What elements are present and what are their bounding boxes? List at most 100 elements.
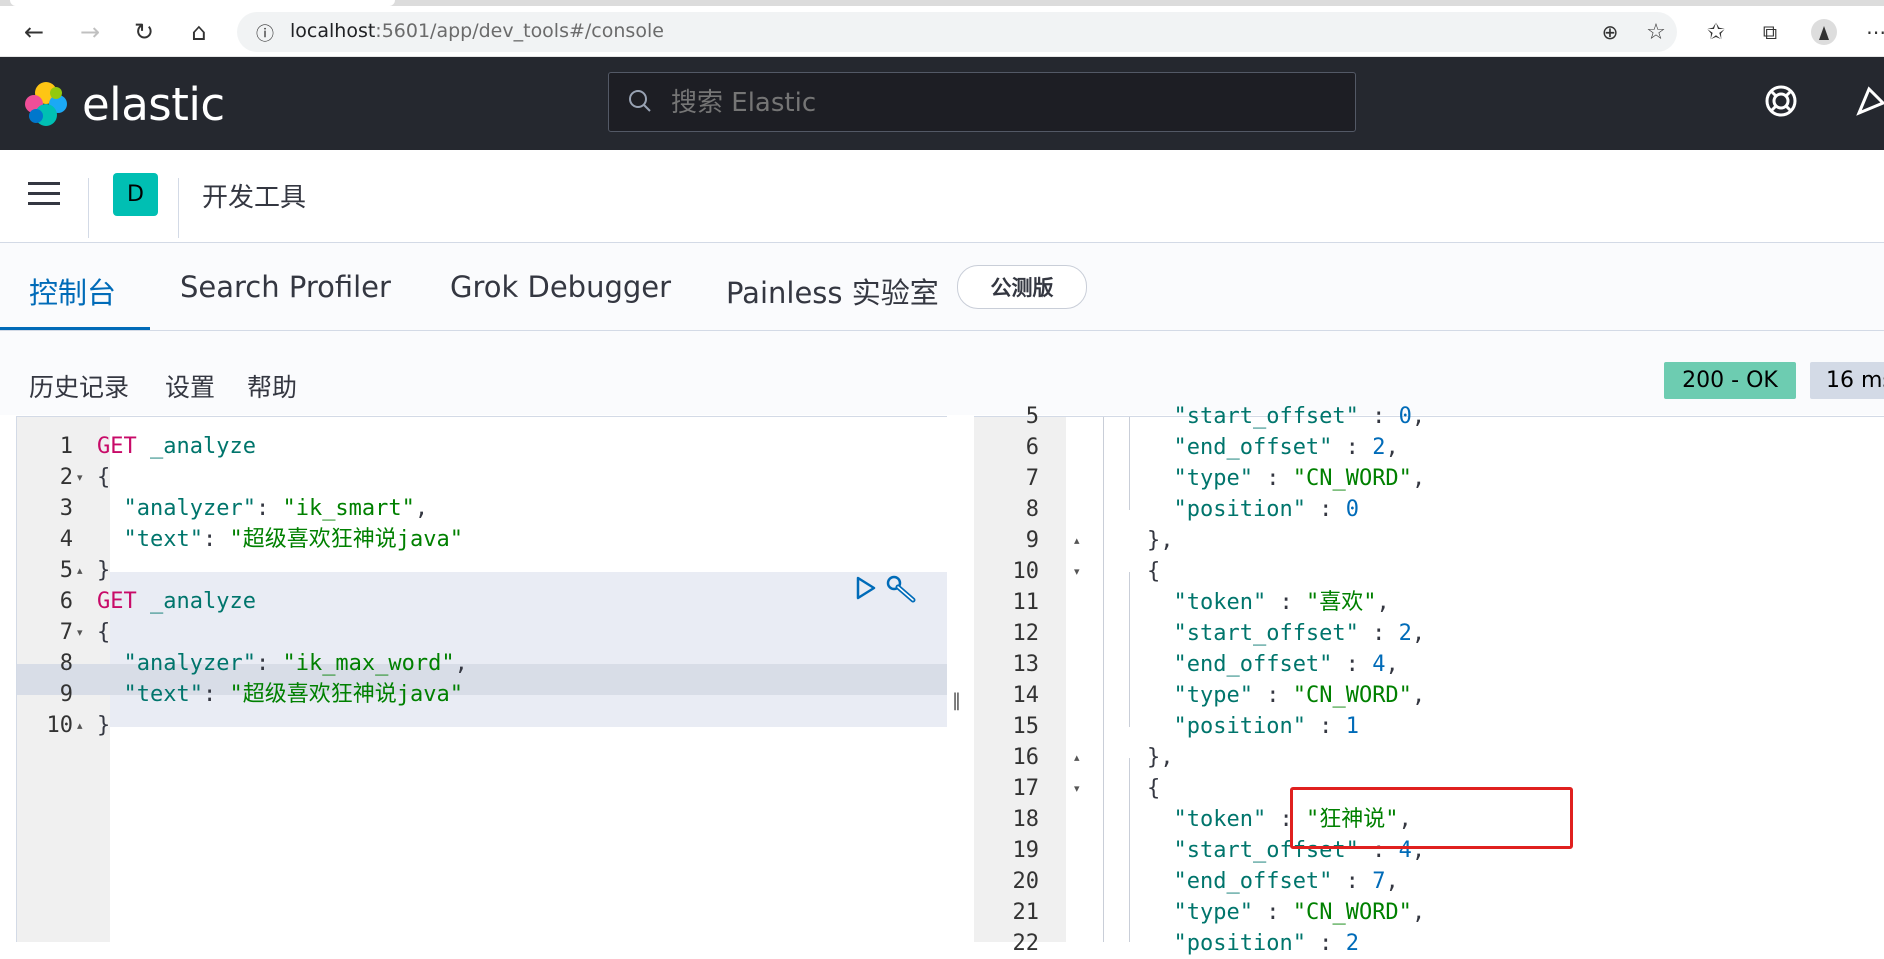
request-editor[interactable]: 1 GET _analyze 2 ▾{3 "analyzer": "ik_smart"… (16, 416, 947, 942)
url-path: :5601/app/dev_tools#/console (375, 20, 664, 42)
code-token: : (1305, 714, 1346, 739)
code-line: "start_offset" : 0, (1094, 401, 1425, 432)
code-token: _analyze (136, 434, 256, 459)
code-token: "type" (1173, 466, 1253, 491)
site-info-icon[interactable]: ⓘ (249, 17, 281, 49)
more-icon[interactable]: ⋯ (1860, 16, 1884, 48)
code-token: : (1332, 869, 1373, 894)
line-number: 15 (1012, 714, 1040, 739)
fold-collapse-icon[interactable]: ▾ (77, 617, 83, 648)
search-input[interactable] (669, 83, 1333, 123)
code-line[interactable]: GET _analyze (97, 586, 256, 617)
code-line[interactable]: "text": "超级喜欢狂神说java" (97, 679, 463, 710)
code-line[interactable]: } (97, 710, 110, 741)
fold-expand-icon[interactable]: ▴ (1074, 742, 1080, 773)
tab-search-profiler[interactable]: Search Profiler (180, 270, 391, 304)
code-token: : (1252, 466, 1293, 491)
code-line[interactable]: "text": "超级喜欢狂神说java" (97, 524, 463, 555)
url-host: localhost (290, 20, 376, 42)
code-token: "type" (1173, 900, 1253, 925)
line-number: 17 (1012, 776, 1040, 801)
highlight-annotation-box (1290, 787, 1573, 849)
back-icon[interactable]: ← (18, 16, 50, 48)
code-token: "CN_WORD" (1292, 683, 1412, 708)
line-number: 7 (1025, 466, 1039, 491)
code-line: "type" : "CN_WORD", (1094, 463, 1425, 494)
tab-grok-debugger[interactable]: Grok Debugger (450, 270, 671, 304)
elastic-logo-icon[interactable] (22, 80, 70, 132)
fold-expand-icon[interactable]: ▴ (77, 710, 83, 741)
favorites-icon[interactable]: ✩ (1700, 16, 1732, 48)
browser-tab[interactable] (10, 0, 395, 6)
zoom-icon[interactable]: ⊕ (1594, 16, 1626, 48)
menu-icon[interactable] (28, 180, 62, 212)
run-request-icon[interactable] (853, 575, 877, 605)
collections-icon[interactable]: ⧉ (1754, 16, 1786, 48)
code-token: "end_offset" (1173, 869, 1333, 894)
space-avatar[interactable]: D (113, 173, 158, 216)
line-number: 1 (59, 434, 73, 459)
fold-expand-icon[interactable]: ▴ (1074, 525, 1080, 556)
code-token: : (255, 651, 283, 676)
add-favorite-icon[interactable]: ☆ (1640, 16, 1672, 48)
code-token: { (97, 465, 111, 490)
history-link[interactable]: 历史记录 (29, 368, 129, 404)
line-number: 18 (1012, 807, 1040, 832)
fold-collapse-icon[interactable]: ▾ (1074, 773, 1080, 804)
code-line[interactable]: { (97, 462, 110, 493)
help-link[interactable]: 帮助 (247, 368, 297, 404)
code-token: "end_offset" (1173, 435, 1333, 460)
code-line[interactable]: } (97, 555, 110, 586)
news-feed-icon[interactable] (1855, 83, 1884, 123)
profile-avatar[interactable] (1808, 16, 1840, 48)
code-token: : (202, 527, 230, 552)
elastic-logo-text[interactable]: elastic (82, 78, 225, 131)
line-number: 8 (59, 651, 73, 676)
code-token: , (1411, 466, 1426, 491)
line-number: 10 (1012, 559, 1040, 584)
code-token: : (1266, 590, 1306, 615)
code-token: 7 (1372, 869, 1386, 894)
reload-icon[interactable]: ↻ (128, 16, 160, 48)
code-token: "text" (123, 527, 203, 552)
forward-icon[interactable]: → (74, 16, 106, 48)
line-number: 19 (1012, 838, 1040, 863)
divider (178, 178, 179, 238)
help-icon[interactable] (1763, 83, 1799, 123)
code-token: { (1094, 559, 1161, 584)
code-token: : (1332, 435, 1373, 460)
address-url[interactable]: localhost:5601/app/dev_tools#/console (290, 20, 664, 42)
line-number: 5 (1025, 404, 1039, 429)
code-line[interactable]: { (97, 617, 110, 648)
fold-collapse-icon[interactable]: ▾ (1074, 556, 1080, 587)
code-token: "position" (1173, 714, 1306, 739)
fold-collapse-icon[interactable]: ▾ (77, 462, 83, 493)
home-icon[interactable]: ⌂ (183, 16, 215, 48)
wrench-icon[interactable] (885, 574, 919, 608)
code-token: 0 (1398, 404, 1412, 429)
global-search[interactable] (608, 72, 1356, 132)
page-title: 开发工具 (202, 183, 307, 213)
code-token: "ik_smart" (282, 496, 415, 521)
code-token: GET (97, 434, 137, 459)
code-line: { (1094, 773, 1160, 804)
code-line[interactable]: "analyzer": "ik_smart", (97, 493, 429, 524)
code-line[interactable]: GET _analyze (97, 431, 256, 462)
code-token: 0 (1345, 497, 1359, 522)
code-token: : (1332, 652, 1373, 677)
code-line: }, (1094, 525, 1174, 556)
code-token: , (1411, 900, 1426, 925)
settings-link[interactable]: 设置 (165, 368, 215, 404)
tab-painless-lab[interactable]: Painless 实验室 (726, 270, 939, 312)
code-line: "type" : "CN_WORD", (1094, 680, 1425, 711)
fold-expand-icon[interactable]: ▴ (77, 555, 83, 586)
code-token: "token" (1173, 590, 1267, 615)
code-token: "text" (123, 682, 203, 707)
code-token: GET (97, 589, 137, 614)
resize-handle[interactable]: ‖ (952, 690, 966, 711)
code-line[interactable]: "analyzer": "ik_max_word", (97, 648, 468, 679)
tab-console[interactable]: 控制台 (29, 270, 116, 312)
